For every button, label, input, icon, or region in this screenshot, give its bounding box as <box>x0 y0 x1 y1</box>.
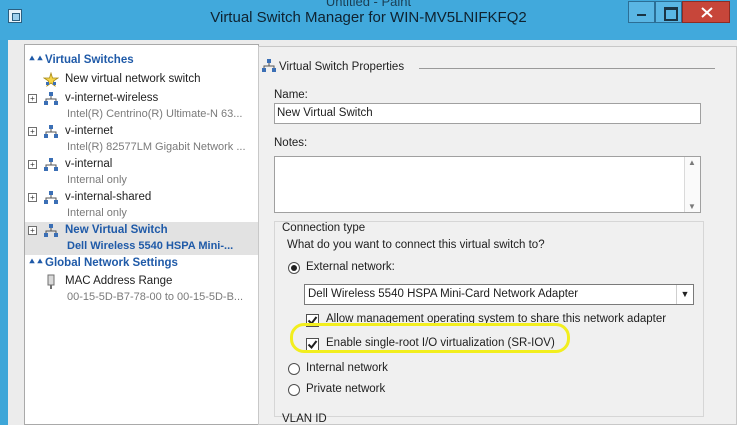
switch-v-internal-shared[interactable]: + v-internal-shared Internal only <box>25 189 258 222</box>
expand-icon[interactable]: + <box>28 193 37 202</box>
new-virtual-switch-action[interactable]: New virtual network switch <box>25 71 258 89</box>
background-window-title: Untitled - Paint <box>325 0 412 9</box>
switch-adapter: Intel(R) Centrino(R) Ultimate-N 63... <box>67 108 243 120</box>
network-switch-icon <box>262 59 276 72</box>
dialog-client-area: ⯅⯅ Virtual Switches New virtual network … <box>8 40 737 425</box>
notes-input[interactable]: ▲ ▼ <box>274 156 701 213</box>
scroll-down-icon[interactable]: ▼ <box>688 202 696 211</box>
switch-adapter: Intel(R) 82577LM Gigabit Network ... <box>67 141 246 153</box>
virtual-switches-header[interactable]: ⯅⯅ Virtual Switches <box>25 53 258 69</box>
network-switch-icon <box>44 224 58 237</box>
global-network-settings-header[interactable]: ⯅⯅ Global Network Settings <box>25 256 258 272</box>
network-switch-icon <box>44 125 58 138</box>
switch-name: v-internet <box>65 125 113 137</box>
global-settings-label: Global Network Settings <box>45 257 178 269</box>
minimize-button[interactable] <box>628 1 655 23</box>
mac-address-range-item[interactable]: MAC Address Range 00-15-5D-B7-78-00 to 0… <box>25 273 258 306</box>
selected-adapter: Dell Wireless 5540 HSPA Mini-Card Networ… <box>308 288 579 300</box>
name-label: Name: <box>274 89 308 101</box>
switch-adapter: Internal only <box>67 207 127 219</box>
network-adapter-dropdown[interactable]: Dell Wireless 5540 HSPA Mini-Card Networ… <box>304 284 694 305</box>
switch-name: v-internal-shared <box>65 191 152 203</box>
chevron-down-icon[interactable]: ▼ <box>676 285 693 304</box>
network-port-icon <box>47 274 55 289</box>
title-bar: Untitled - Paint Virtual Switch Manager … <box>0 0 737 40</box>
new-switch-label: New virtual network switch <box>65 73 201 85</box>
switch-new-virtual-switch[interactable]: + New Virtual Switch Dell Wireless 5540 … <box>25 222 258 255</box>
private-network-radio[interactable] <box>288 384 300 396</box>
expand-icon[interactable]: + <box>28 160 37 169</box>
properties-pane: Virtual Switch Properties Name: New Virt… <box>258 46 737 425</box>
internal-network-label: Internal network <box>306 362 388 374</box>
switch-name: New Virtual Switch <box>65 224 168 236</box>
internal-network-radio[interactable] <box>288 363 300 375</box>
notes-label: Notes: <box>274 137 308 149</box>
close-icon <box>701 7 713 18</box>
external-network-label: External network: <box>306 261 395 273</box>
network-switch-icon <box>44 92 58 105</box>
expand-icon[interactable]: + <box>28 94 37 103</box>
vlan-id-label: VLAN ID <box>282 413 327 425</box>
navigation-pane: ⯅⯅ Virtual Switches New virtual network … <box>24 44 259 425</box>
network-switch-icon <box>44 191 58 204</box>
maximize-button[interactable] <box>655 1 682 23</box>
private-network-label: Private network <box>306 383 386 395</box>
collapse-icon: ⯅⯅ <box>28 54 44 65</box>
switch-name: v-internal <box>65 158 113 170</box>
name-input[interactable]: New Virtual Switch <box>274 103 701 124</box>
title-divider <box>419 68 715 69</box>
scroll-up-icon[interactable]: ▲ <box>688 158 696 167</box>
switch-adapter: Internal only <box>67 174 127 186</box>
switch-adapter: Dell Wireless 5540 HSPA Mini-... <box>67 240 234 252</box>
notes-scrollbar[interactable]: ▲ ▼ <box>684 157 700 212</box>
connection-question: What do you want to connect this virtual… <box>287 239 545 251</box>
virtual-switches-label: Virtual Switches <box>45 54 134 66</box>
switch-v-internet[interactable]: + v-internet Intel(R) 82577LM Gigabit Ne… <box>25 123 258 156</box>
expand-icon[interactable]: + <box>28 127 37 136</box>
switch-v-internal[interactable]: + v-internal Internal only <box>25 156 258 189</box>
network-switch-icon <box>44 158 58 171</box>
mac-range-value: 00-15-5D-B7-78-00 to 00-15-5D-B... <box>67 291 244 303</box>
connection-type-label: Connection type <box>282 222 366 234</box>
expand-icon[interactable]: + <box>28 226 37 235</box>
new-switch-icon <box>43 72 59 88</box>
close-button[interactable] <box>682 1 730 23</box>
window-title: Virtual Switch Manager for WIN-MV5LNIFKF… <box>210 9 527 26</box>
switch-name: v-internet-wireless <box>65 92 159 104</box>
switch-v-internet-wireless[interactable]: + v-internet-wireless Intel(R) Centrino(… <box>25 90 258 123</box>
collapse-icon: ⯅⯅ <box>28 257 44 268</box>
properties-title: Virtual Switch Properties <box>279 61 405 73</box>
sriov-highlight-annotation <box>290 323 570 353</box>
mac-range-label: MAC Address Range <box>65 275 173 287</box>
external-network-radio[interactable] <box>288 262 300 274</box>
